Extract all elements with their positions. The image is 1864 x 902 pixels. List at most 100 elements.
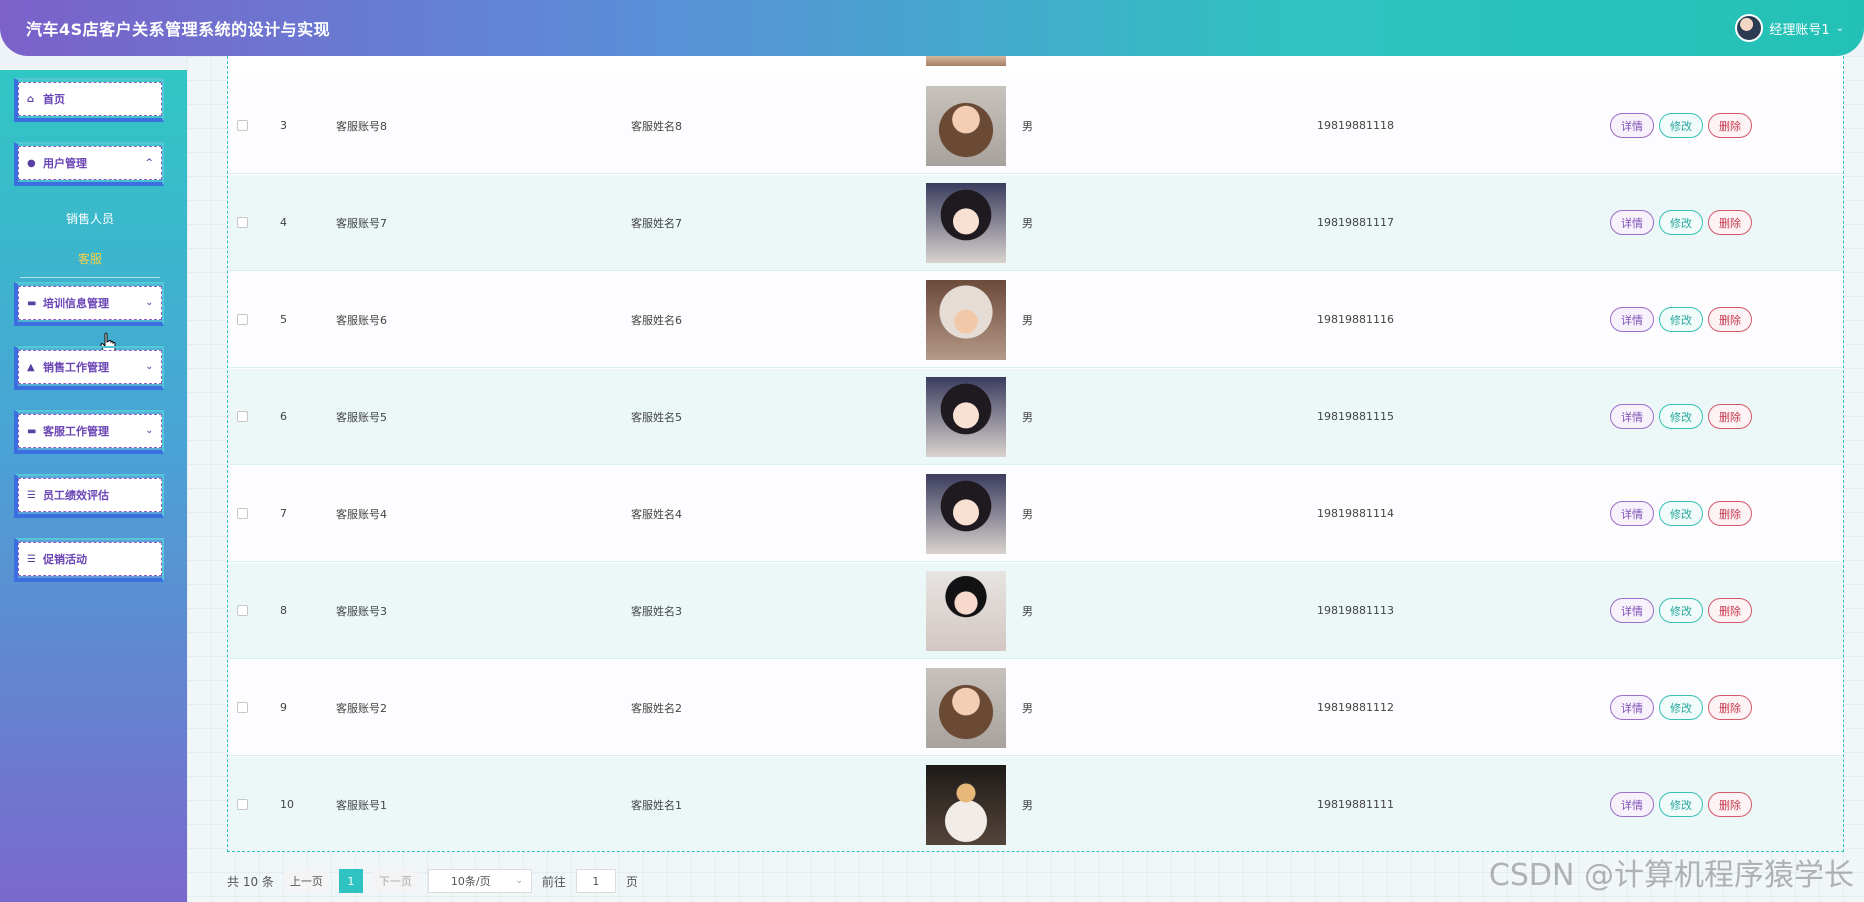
detail-button[interactable]: 详情 [1610, 792, 1654, 817]
delete-button[interactable]: 删除 [1708, 307, 1752, 332]
prev-page-button[interactable]: 上一页 [283, 870, 329, 892]
delete-button[interactable]: 删除 [1708, 501, 1752, 526]
sidebar-item-sales-work[interactable]: ▲ 销售工作管理 ⌄ [14, 346, 164, 390]
next-page-button[interactable]: 下一页 [372, 870, 418, 892]
sex-cell: 男 [1022, 701, 1033, 715]
row-checkbox[interactable] [237, 120, 248, 131]
account-cell: 客服账号4 [336, 507, 387, 521]
table-row: 7 客服账号4 客服姓名4 男 19819881114 详情 修改 删除 [228, 466, 1843, 562]
photo-thumbnail[interactable] [926, 183, 1006, 263]
sidebar-item-performance[interactable]: ☰ 员工绩效评估 [14, 474, 164, 518]
photo-thumbnail[interactable] [926, 474, 1006, 554]
edit-button[interactable]: 修改 [1659, 792, 1703, 817]
photo-thumbnail[interactable] [926, 86, 1006, 166]
table-row: 3 客服账号8 客服姓名8 男 19819881118 详情 修改 删除 [228, 78, 1843, 174]
edit-button[interactable]: 修改 [1659, 695, 1703, 720]
delete-button[interactable]: 删除 [1708, 695, 1752, 720]
page-number-current[interactable]: 1 [338, 869, 363, 893]
row-checkbox[interactable] [237, 508, 248, 519]
account-cell: 客服账号1 [336, 798, 387, 812]
name-cell: 客服姓名3 [631, 604, 682, 618]
detail-button[interactable]: 详情 [1610, 113, 1654, 138]
sex-cell: 男 [1022, 216, 1033, 230]
photo-thumbnail[interactable] [926, 280, 1006, 360]
row-index: 7 [280, 507, 287, 520]
chevron-down-icon: ⌄ [1835, 22, 1844, 34]
chevron-down-icon: ⌄ [145, 362, 153, 372]
edit-button[interactable]: 修改 [1659, 598, 1703, 623]
edit-button[interactable]: 修改 [1659, 307, 1703, 332]
sidebar-item-label: 首页 [43, 93, 65, 106]
row-index: 3 [280, 119, 287, 132]
page-size-value: 10条/页 [450, 875, 491, 888]
detail-button[interactable]: 详情 [1610, 501, 1654, 526]
page-size-select[interactable]: 10条/页 ⌄ [427, 869, 532, 893]
page-unit-label: 页 [625, 874, 638, 889]
row-actions: 详情 修改 删除 [1610, 695, 1752, 720]
name-cell: 客服姓名5 [631, 410, 682, 424]
phone-cell: 19819881118 [1317, 119, 1394, 132]
sidebar-item-home[interactable]: ⌂ 首页 [14, 78, 164, 122]
sidebar-subitem-sales-staff[interactable]: 销售人员 [20, 210, 160, 227]
sidebar-item-promotion[interactable]: ☰ 促销活动 [14, 538, 164, 582]
user-menu[interactable]: 经理账号1 ⌄ [1735, 14, 1844, 42]
detail-button[interactable]: 详情 [1610, 695, 1654, 720]
sidebar-subitem-customer-service[interactable]: 客服 [20, 250, 160, 278]
photo-thumbnail[interactable] [926, 765, 1006, 845]
row-index: 4 [280, 216, 287, 229]
row-index: 5 [280, 313, 287, 326]
account-cell: 客服账号3 [336, 604, 387, 618]
table-row: 4 客服账号7 客服姓名7 男 19819881117 详情 修改 删除 [228, 175, 1843, 271]
top-header: 汽车4S店客户关系管理系统的设计与实现 经理账号1 ⌄ [0, 0, 1864, 56]
table-row: 5 客服账号6 客服姓名6 男 19819881116 详情 修改 删除 [228, 272, 1843, 368]
row-index: 6 [280, 410, 287, 423]
goto-page-input[interactable]: 1 [575, 869, 616, 893]
phone-cell: 19819881112 [1317, 701, 1394, 714]
sidebar-item-label: 销售工作管理 [43, 361, 109, 374]
main-content: 3 客服账号8 客服姓名8 男 19819881118 详情 修改 删除 4 客… [187, 56, 1864, 902]
sidebar-item-user-management[interactable]: ● 用户管理 ^ [14, 142, 164, 186]
user-icon: ● [27, 157, 36, 169]
detail-button[interactable]: 详情 [1610, 404, 1654, 429]
row-checkbox[interactable] [237, 217, 248, 228]
row-checkbox[interactable] [237, 314, 248, 325]
delete-button[interactable]: 删除 [1708, 598, 1752, 623]
sex-cell: 男 [1022, 313, 1033, 327]
delete-button[interactable]: 删除 [1708, 113, 1752, 138]
detail-button[interactable]: 详情 [1610, 307, 1654, 332]
sidebar-item-training[interactable]: ▬ 培训信息管理 ⌄ [14, 282, 164, 326]
row-actions: 详情 修改 删除 [1610, 113, 1752, 138]
row-checkbox[interactable] [237, 411, 248, 422]
avatar[interactable] [1735, 14, 1764, 42]
row-checkbox[interactable] [237, 799, 248, 810]
detail-button[interactable]: 详情 [1610, 210, 1654, 235]
delete-button[interactable]: 删除 [1708, 792, 1752, 817]
edit-button[interactable]: 修改 [1659, 210, 1703, 235]
chevron-down-icon: ⌄ [515, 876, 523, 886]
row-actions: 详情 修改 删除 [1610, 792, 1752, 817]
phone-cell: 19819881116 [1317, 313, 1394, 326]
detail-button[interactable]: 详情 [1610, 598, 1654, 623]
sidebar-item-service-work[interactable]: ▬ 客服工作管理 ⌄ [14, 410, 164, 454]
chevron-up-icon: ^ [145, 158, 153, 168]
edit-button[interactable]: 修改 [1659, 404, 1703, 429]
account-cell: 客服账号2 [336, 701, 387, 715]
list-icon: ☰ [27, 553, 36, 565]
photo-thumbnail[interactable] [926, 571, 1006, 651]
row-checkbox[interactable] [237, 702, 248, 713]
edit-button[interactable]: 修改 [1659, 501, 1703, 526]
name-cell: 客服姓名2 [631, 701, 682, 715]
goto-label: 前往 [541, 874, 566, 889]
delete-button[interactable]: 删除 [1708, 210, 1752, 235]
chevron-down-icon: ⌄ [145, 298, 153, 308]
table-row: 8 客服账号3 客服姓名3 男 19819881113 详情 修改 删除 [228, 563, 1843, 659]
user-name: 经理账号1 [1769, 22, 1830, 38]
sidebar-item-label: 员工绩效评估 [43, 489, 109, 502]
row-checkbox[interactable] [237, 605, 248, 616]
sidebar-item-label: 用户管理 [43, 157, 87, 170]
photo-thumbnail[interactable] [926, 668, 1006, 748]
edit-button[interactable]: 修改 [1659, 113, 1703, 138]
delete-button[interactable]: 删除 [1708, 404, 1752, 429]
row-actions: 详情 修改 删除 [1610, 404, 1752, 429]
photo-thumbnail[interactable] [926, 377, 1006, 457]
